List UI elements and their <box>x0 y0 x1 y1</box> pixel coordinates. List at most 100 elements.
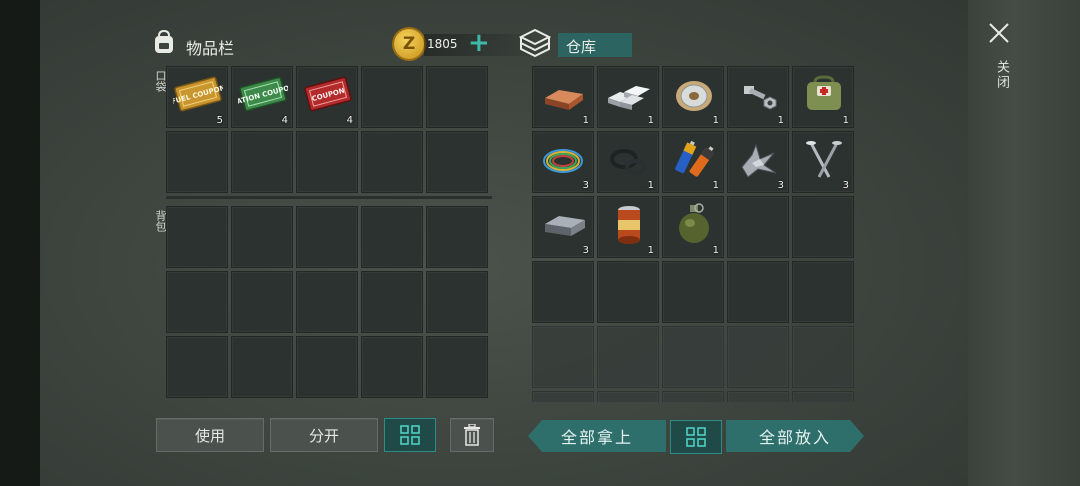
storage-slot[interactable] <box>532 261 594 323</box>
metal-scrap-icon <box>741 143 777 178</box>
inventory-slot[interactable] <box>231 131 293 193</box>
backpack-slot[interactable] <box>361 336 423 398</box>
backpack-slot[interactable] <box>426 271 488 333</box>
coin-icon: Z <box>394 29 424 59</box>
storage-box-icon <box>518 28 552 58</box>
storage-slot[interactable]: 3 <box>532 131 594 193</box>
storage-slot[interactable]: 1 <box>727 66 789 128</box>
storage-slot[interactable] <box>792 261 854 323</box>
storage-slot[interactable]: 1 <box>597 66 659 128</box>
storage-slot[interactable]: 1 <box>597 196 659 258</box>
item-count: 1 <box>647 115 654 126</box>
use-button[interactable]: 使用 <box>156 418 264 452</box>
backpack-slot[interactable] <box>361 206 423 268</box>
backpack-slot[interactable] <box>231 271 293 333</box>
item-count: 3 <box>777 180 784 191</box>
backpack-slot[interactable] <box>166 271 228 333</box>
pocket-divider <box>166 196 492 199</box>
storage-slot-locked <box>792 326 854 388</box>
copper-wires-icon <box>543 149 583 173</box>
backpack-slot[interactable] <box>426 336 488 398</box>
storage-slot[interactable]: 1 <box>662 131 724 193</box>
storage-slot[interactable]: 1 <box>532 66 594 128</box>
pocket-grid: FUEL COUPON 5 RATION COUPON 4 COUPON 4 <box>166 66 488 193</box>
inventory-slot[interactable] <box>296 131 358 193</box>
steel-ingot-icon <box>545 216 585 236</box>
backpack-slot[interactable] <box>361 271 423 333</box>
inventory-slot[interactable]: RATION COUPON 4 <box>231 66 293 128</box>
close-panel: 关闭 <box>968 0 1080 486</box>
backpack-slot[interactable] <box>296 271 358 333</box>
item-count: 1 <box>582 115 589 126</box>
batteries-icon <box>675 140 715 177</box>
item-count: 1 <box>712 180 719 191</box>
storage-slot-locked <box>532 326 594 388</box>
backpack-slot[interactable] <box>426 206 488 268</box>
storage-slot[interactable] <box>597 261 659 323</box>
item-count: 5 <box>216 115 223 126</box>
storage-slot[interactable]: 1 <box>662 66 724 128</box>
copper-ingot-icon <box>545 90 583 110</box>
inventory-slot[interactable] <box>361 66 423 128</box>
storage-slot-locked <box>792 391 854 402</box>
backpack-icon <box>155 29 173 53</box>
storage-slot[interactable]: 3 <box>727 131 789 193</box>
inventory-slot[interactable]: COUPON 4 <box>296 66 358 128</box>
storage-slot[interactable] <box>662 261 724 323</box>
wire-spool-icon <box>676 81 712 111</box>
sort-storage-button[interactable] <box>670 420 722 454</box>
item-count: 1 <box>647 180 654 191</box>
item-count: 4 <box>281 115 288 126</box>
close-label[interactable]: 关闭 <box>992 60 1011 90</box>
canned-food-icon <box>618 206 640 244</box>
grenade-icon <box>679 203 709 243</box>
storage-slot-locked <box>597 326 659 388</box>
game-screen: 物品栏 Z 1805 + 仓库 口袋 背包 FUEL COUPON 5 RATI… <box>40 0 968 486</box>
storage-slot[interactable]: 3 <box>792 131 854 193</box>
storage-slot[interactable] <box>727 261 789 323</box>
inventory-slot[interactable] <box>426 66 488 128</box>
backpack-slot[interactable] <box>166 336 228 398</box>
backpack-slot[interactable] <box>231 336 293 398</box>
backpack-slot[interactable] <box>296 206 358 268</box>
sort-inventory-button[interactable] <box>384 418 436 452</box>
storage-slot-locked <box>662 326 724 388</box>
storage-slot[interactable] <box>792 196 854 258</box>
currency-amount: 1805 <box>427 37 458 51</box>
split-button[interactable]: 分开 <box>270 418 378 452</box>
item-count: 1 <box>712 245 719 256</box>
backpack-slot[interactable] <box>231 206 293 268</box>
add-currency-button[interactable]: + <box>468 28 490 58</box>
inventory-slot[interactable] <box>166 131 228 193</box>
storage-slot[interactable]: 3 <box>532 196 594 258</box>
grid-icon <box>400 425 420 445</box>
put-all-button[interactable]: 全部放入 <box>726 420 864 452</box>
storage-slot-locked <box>727 391 789 402</box>
inventory-slot[interactable] <box>361 131 423 193</box>
trash-button[interactable] <box>450 418 494 452</box>
inventory-slot[interactable] <box>426 131 488 193</box>
storage-slot[interactable] <box>727 196 789 258</box>
close-icon[interactable] <box>988 22 1010 44</box>
take-all-button[interactable]: 全部拿上 <box>528 420 666 452</box>
item-count: 1 <box>777 115 784 126</box>
storage-slot-locked <box>727 326 789 388</box>
storage-title: 仓库 <box>566 38 597 56</box>
backpack-slot[interactable] <box>296 336 358 398</box>
storage-slot[interactable]: 1 <box>662 196 724 258</box>
aluminum-ingots-icon <box>608 86 650 110</box>
nails-icon <box>806 141 842 178</box>
inventory-slot[interactable]: FUEL COUPON 5 <box>166 66 228 128</box>
item-count: 3 <box>582 245 589 256</box>
item-count: 4 <box>346 115 353 126</box>
rubber-seals-icon <box>610 149 647 175</box>
backpack-slot[interactable] <box>166 206 228 268</box>
bolt-nut-icon <box>744 86 777 110</box>
item-count: 3 <box>842 180 849 191</box>
item-count: 1 <box>712 115 719 126</box>
ration-coupon-icon: RATION COUPON <box>238 76 288 112</box>
item-count: 1 <box>842 115 849 126</box>
storage-slot[interactable]: 1 <box>597 131 659 193</box>
grid-icon <box>686 427 706 447</box>
storage-slot[interactable]: 1 <box>792 66 854 128</box>
